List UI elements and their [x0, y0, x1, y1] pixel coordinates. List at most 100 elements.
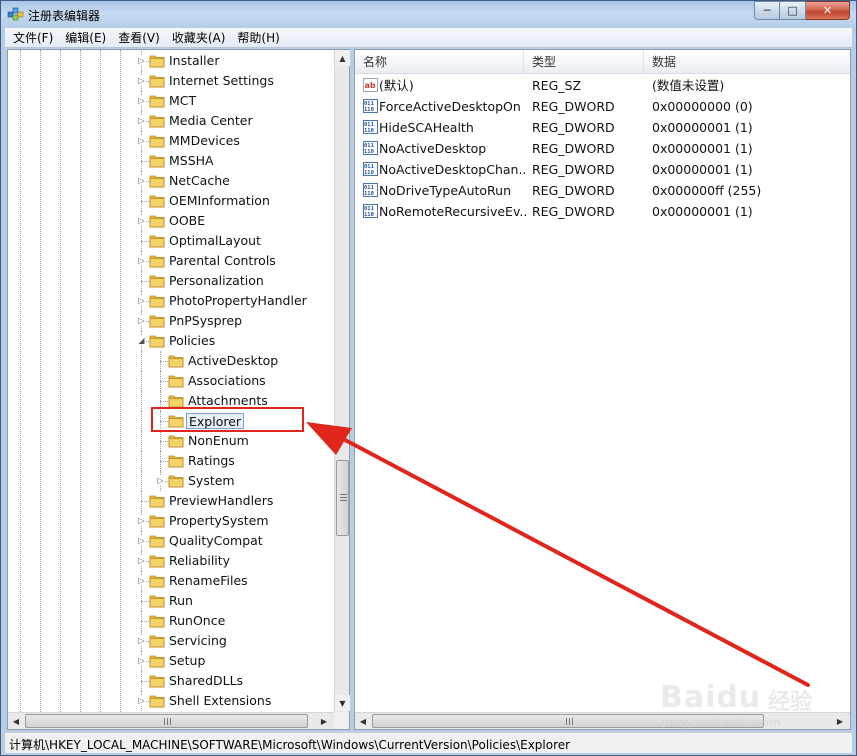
expand-arrow-icon[interactable]: ▷ — [137, 256, 146, 265]
expand-arrow-icon[interactable]: ▷ — [137, 656, 146, 665]
tree-item[interactable]: MSSHA — [8, 151, 333, 171]
tree-item-label[interactable]: Setup — [167, 653, 207, 669]
tree-item-label[interactable]: SharedDLLs — [167, 673, 245, 689]
tree-item-label[interactable]: Shell Extensions — [167, 693, 273, 709]
expand-arrow-icon[interactable]: ▷ — [137, 516, 146, 525]
expand-arrow-icon[interactable]: ▷ — [137, 216, 146, 225]
expand-arrow-icon[interactable]: ▷ — [137, 576, 146, 585]
tree-item-label[interactable]: Installer — [167, 53, 221, 69]
values-pane[interactable]: 名称 类型 数据 ab (默认) REG_SZ (数值未设置) 011 110 ForceA… — [354, 49, 851, 730]
tree-item-label[interactable]: OEMInformation — [167, 193, 272, 209]
tree-item[interactable]: ▷ Media Center — [8, 111, 333, 131]
tree-item[interactable]: ▷ System — [8, 471, 333, 491]
value-row[interactable]: 011 110 NoDriveTypeAutoRun REG_DWORD 0x00000… — [355, 180, 850, 201]
menu-edit[interactable]: 编辑(E) — [59, 29, 112, 46]
tree-item[interactable]: PreviewHandlers — [8, 491, 333, 511]
tree-item-label[interactable]: QualityCompat — [167, 533, 265, 549]
tree-item-label[interactable]: Ratings — [186, 453, 237, 469]
tree-item-label[interactable]: PhotoPropertyHandler — [167, 293, 309, 309]
collapse-arrow-icon[interactable]: ◢ — [137, 336, 146, 345]
maximize-button[interactable]: □ — [780, 1, 806, 20]
tree-vertical-scrollbar[interactable]: ▲ ▼ — [334, 50, 350, 712]
expand-arrow-icon[interactable]: ▷ — [137, 56, 146, 65]
expand-arrow-icon[interactable]: ▷ — [137, 176, 146, 185]
tree-item[interactable]: ▷ Parental Controls — [8, 251, 333, 271]
tree-horizontal-scrollbar[interactable]: ◀ ▶ — [8, 712, 334, 729]
scroll-down-arrow-icon[interactable]: ▼ — [335, 695, 350, 711]
tree-item[interactable]: ActiveDesktop — [8, 351, 333, 371]
value-row[interactable]: 011 110 NoActiveDesktop REG_DWORD 0x00000001… — [355, 138, 850, 159]
tree-item-label[interactable]: Personalization — [167, 273, 266, 289]
tree-item[interactable]: ▷ Servicing — [8, 631, 333, 651]
tree-item-label[interactable]: System — [186, 473, 237, 489]
tree-item-label[interactable]: Run — [167, 593, 195, 609]
expand-arrow-icon[interactable]: ▷ — [137, 296, 146, 305]
tree-item[interactable]: ▷ PnPSysprep — [8, 311, 333, 331]
column-header-data[interactable]: 数据 — [644, 50, 850, 74]
expand-arrow-icon[interactable]: ▷ — [137, 116, 146, 125]
menu-view[interactable]: 查看(V) — [112, 29, 166, 46]
menu-help[interactable]: 帮助(H) — [231, 29, 285, 46]
tree-item[interactable]: ▷ MMDevices — [8, 131, 333, 151]
tree-item[interactable]: Ratings — [8, 451, 333, 471]
value-row[interactable]: 011 110 HideSCAHealth REG_DWORD 0x00000001 (… — [355, 117, 850, 138]
tree-item-label[interactable]: RenameFiles — [167, 573, 250, 589]
menu-file[interactable]: 文件(F) — [5, 29, 59, 46]
key-tree-pane[interactable]: ▷ Installer ▷ Internet Settings ▷ MCT ▷ Media C… — [7, 49, 350, 730]
tree-item[interactable]: ▷ OOBE — [8, 211, 333, 231]
scroll-up-arrow-icon[interactable]: ▲ — [335, 50, 350, 66]
tree-item-label[interactable]: OOBE — [167, 213, 207, 229]
tree-item-label[interactable]: OptimalLayout — [167, 233, 263, 249]
tree-item[interactable]: ▷ Installer — [8, 51, 333, 71]
tree-item-label[interactable]: Associations — [186, 373, 268, 389]
expand-arrow-icon[interactable]: ▷ — [137, 696, 146, 705]
tree-item[interactable]: ▷ PropertySystem — [8, 511, 333, 531]
tree-item-label[interactable]: Policies — [167, 333, 217, 349]
tree-item[interactable]: Associations — [8, 371, 333, 391]
expand-arrow-icon[interactable]: ▷ — [156, 476, 165, 485]
tree-item-label[interactable]: NonEnum — [186, 433, 251, 449]
scroll-left-arrow-icon[interactable]: ◀ — [8, 713, 24, 729]
tree-item[interactable]: ▷ MCT — [8, 91, 333, 111]
tree-item-label[interactable]: Media Center — [167, 113, 255, 129]
tree-item[interactable]: ▷ PhotoPropertyHandler — [8, 291, 333, 311]
tree-item-label[interactable]: RunOnce — [167, 613, 227, 629]
expand-arrow-icon[interactable]: ▷ — [137, 316, 146, 325]
scroll-right-arrow-icon[interactable]: ▶ — [316, 713, 332, 729]
tree-scroll-thumb[interactable] — [336, 460, 349, 536]
tree-item-label[interactable]: MMDevices — [167, 133, 242, 149]
tree-item[interactable]: ◢ Policies — [8, 331, 333, 351]
column-header-type[interactable]: 类型 — [524, 50, 644, 74]
close-button[interactable]: ✕ — [806, 1, 850, 20]
value-row[interactable]: 011 110 NoActiveDesktopChan... REG_DWORD 0x0… — [355, 159, 850, 180]
tree-item[interactable]: ▷ NetCache — [8, 171, 333, 191]
tree-item[interactable]: RunOnce — [8, 611, 333, 631]
tree-item[interactable]: NonEnum — [8, 431, 333, 451]
tree-hscroll-thumb[interactable] — [25, 714, 308, 728]
tree-item-label[interactable]: PnPSysprep — [167, 313, 244, 329]
expand-arrow-icon[interactable]: ▷ — [137, 536, 146, 545]
tree-item-label[interactable]: Reliability — [167, 553, 232, 569]
tree-item[interactable]: SharedDLLs — [8, 671, 333, 691]
tree-item-label[interactable]: MSSHA — [167, 153, 216, 169]
value-row[interactable]: 011 110 ForceActiveDesktopOn REG_DWORD 0x000… — [355, 96, 850, 117]
expand-arrow-icon[interactable]: ▷ — [137, 76, 146, 85]
value-row[interactable]: 011 110 NoRemoteRecursiveEv... REG_DWORD 0x0… — [355, 201, 850, 222]
tree-item-label[interactable]: PropertySystem — [167, 513, 271, 529]
minimize-button[interactable]: ─ — [754, 1, 780, 20]
tree-item[interactable]: ▷ Shell Extensions — [8, 691, 333, 711]
scroll-left-arrow-icon[interactable]: ◀ — [355, 713, 371, 729]
value-row[interactable]: ab (默认) REG_SZ (数值未设置) — [355, 75, 850, 96]
tree-item[interactable]: ▷ RenameFiles — [8, 571, 333, 591]
expand-arrow-icon[interactable]: ▷ — [137, 96, 146, 105]
expand-arrow-icon[interactable]: ▷ — [137, 556, 146, 565]
title-bar[interactable]: 注册表编辑器 ─ □ ✕ — [1, 1, 856, 28]
tree-item-label[interactable]: PreviewHandlers — [167, 493, 275, 509]
tree-item[interactable]: ▷ Internet Settings — [8, 71, 333, 91]
tree-item[interactable]: ▷ Setup — [8, 651, 333, 671]
tree-item[interactable]: OptimalLayout — [8, 231, 333, 251]
expand-arrow-icon[interactable]: ▷ — [137, 136, 146, 145]
tree-item-label[interactable]: MCT — [167, 93, 198, 109]
tree-item[interactable]: ▷ Reliability — [8, 551, 333, 571]
tree-item-label[interactable]: Servicing — [167, 633, 229, 649]
